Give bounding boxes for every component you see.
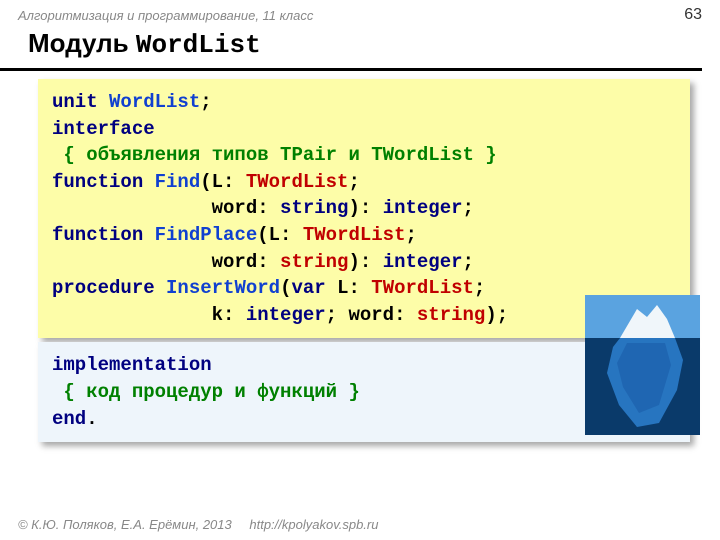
title-module: WordList xyxy=(136,30,261,60)
code-token: ); xyxy=(485,304,508,326)
code-token: function xyxy=(52,224,155,246)
code-token: ; xyxy=(405,224,416,246)
code-token: L: xyxy=(326,277,372,299)
code-token: TWordList xyxy=(371,277,474,299)
code-token: integer xyxy=(246,304,326,326)
code-token: ; word: xyxy=(326,304,417,326)
code-token: Find xyxy=(155,171,201,193)
code-token: ): xyxy=(348,197,382,219)
code-token: WordList xyxy=(109,91,200,113)
code-token: { код процедур и функций } xyxy=(52,381,360,403)
code-token: word: xyxy=(52,251,280,273)
title-underline xyxy=(0,68,702,71)
code-token: interface xyxy=(52,118,155,140)
code-token: { объявления типов TPair и TWordList } xyxy=(52,144,497,166)
code-token: ; xyxy=(463,251,474,273)
code-token: TWordList xyxy=(246,171,349,193)
iceberg-image xyxy=(585,295,700,435)
code-token: (L: xyxy=(200,171,246,193)
code-token: word: xyxy=(52,197,280,219)
code-token: unit xyxy=(52,91,109,113)
code-token: implementation xyxy=(52,354,212,376)
code-token: (L: xyxy=(257,224,303,246)
code-token: ( xyxy=(280,277,291,299)
code-token: integer xyxy=(383,197,463,219)
code-token: string xyxy=(280,251,348,273)
code-token: end xyxy=(52,408,86,430)
page-title: Модуль WordList xyxy=(0,26,720,68)
page-number: 63 xyxy=(684,6,702,24)
code-token: ): xyxy=(348,251,382,273)
code-token: ; xyxy=(463,197,474,219)
code-token: var xyxy=(291,277,325,299)
code-token: ; xyxy=(474,277,485,299)
copyright-text: © К.Ю. Поляков, Е.А. Ерёмин, 2013 xyxy=(18,517,232,532)
slide-footer: © К.Ю. Поляков, Е.А. Ерёмин, 2013 http:/… xyxy=(18,517,378,532)
code-token: procedure xyxy=(52,277,166,299)
slide-header: Алгоритмизация и программирование, 11 кл… xyxy=(0,0,720,26)
code-token: . xyxy=(86,408,97,430)
code-token: function xyxy=(52,171,155,193)
code-token: k: xyxy=(52,304,246,326)
footer-url: http://kpolyakov.spb.ru xyxy=(249,517,378,532)
code-token: InsertWord xyxy=(166,277,280,299)
code-token: string xyxy=(417,304,485,326)
code-token: TWordList xyxy=(303,224,406,246)
course-label: Алгоритмизация и программирование, 11 кл… xyxy=(18,8,313,23)
code-token: integer xyxy=(383,251,463,273)
code-token: string xyxy=(280,197,348,219)
title-prefix: Модуль xyxy=(28,28,136,58)
code-token: ; xyxy=(348,171,359,193)
code-token: ; xyxy=(200,91,211,113)
code-token: FindPlace xyxy=(155,224,258,246)
